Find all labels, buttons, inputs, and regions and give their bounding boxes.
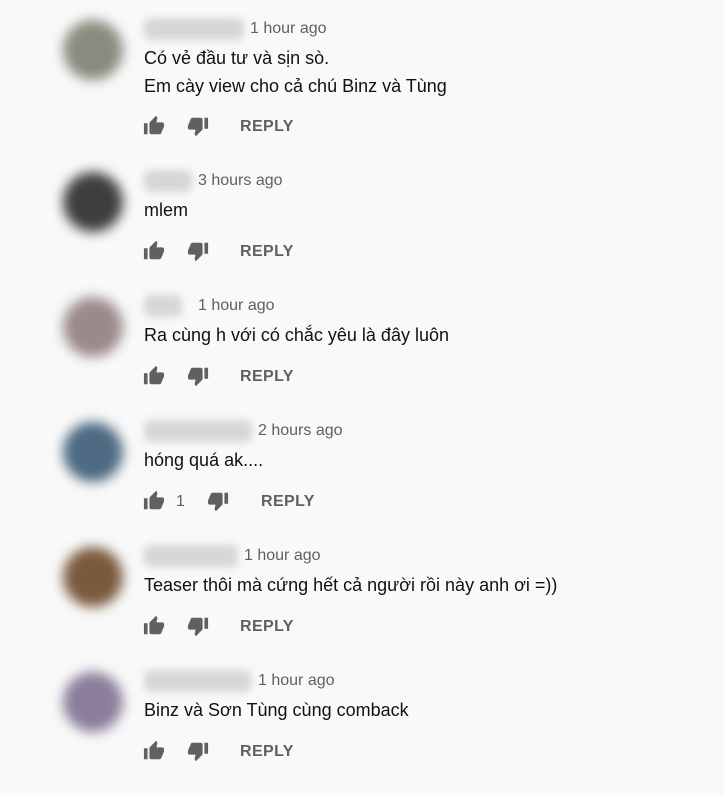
comment-text-line: Em cày view cho cả chú Binz và Tùng — [144, 76, 447, 96]
comment-text-line: Ra cùng h với có chắc yêu là đây luôn — [144, 325, 449, 345]
comment-timestamp[interactable]: 1 hour ago — [250, 18, 327, 40]
thumbs-down-icon[interactable] — [187, 240, 209, 262]
comment-text: Có vẻ đầu tư và sịn sò. Em cày view cho … — [144, 44, 447, 100]
author-name-blurred[interactable] — [144, 420, 252, 442]
comment-text-line: Binz và Sơn Tùng cùng comback — [144, 700, 409, 720]
thumbs-up-icon[interactable] — [143, 115, 165, 137]
comment-text-line: hóng quá ak.... — [144, 450, 264, 470]
thumbs-up-icon[interactable] — [143, 240, 165, 262]
comment-timestamp[interactable]: 1 hour ago — [198, 295, 275, 317]
avatar[interactable] — [63, 297, 123, 357]
thumbs-up-icon[interactable] — [143, 615, 165, 637]
author-name-blurred[interactable] — [144, 18, 244, 40]
thumbs-down-icon[interactable] — [187, 740, 209, 762]
author-name-blurred[interactable] — [144, 295, 182, 317]
thumbs-up-icon[interactable] — [143, 740, 165, 762]
avatar[interactable] — [63, 172, 123, 232]
thumbs-down-icon[interactable] — [187, 365, 209, 387]
comment-thread: 2 hours ago hóng quá ak.... 1 REPLY — [0, 420, 724, 545]
comment-thread: 1 hour ago Có vẻ đầu tư và sịn sò. Em cà… — [0, 18, 724, 143]
comment-thread: 1 hour ago Ra cùng h với có chắc yêu là … — [0, 295, 724, 420]
avatar[interactable] — [63, 20, 123, 80]
comment-text-line: mlem — [144, 200, 188, 220]
comment-thread: 1 hour ago Binz và Sơn Tùng cùng comback… — [0, 670, 724, 795]
author-name-blurred[interactable] — [144, 545, 238, 567]
avatar[interactable] — [63, 547, 123, 607]
comment-text-line: Teaser thôi mà cứng hết cả người rồi này… — [144, 575, 558, 595]
comment-text: Ra cùng h với có chắc yêu là đây luôn — [144, 321, 449, 349]
reply-button[interactable]: REPLY — [240, 616, 294, 638]
comment-text: mlem — [144, 196, 188, 224]
comment-thread: 3 hours ago mlem REPLY — [0, 170, 724, 295]
thumbs-down-icon[interactable] — [207, 490, 229, 512]
comment-timestamp[interactable]: 2 hours ago — [258, 420, 343, 442]
reply-button[interactable]: REPLY — [240, 241, 294, 263]
author-name-blurred[interactable] — [144, 670, 251, 692]
avatar[interactable] — [63, 672, 123, 732]
comment-timestamp[interactable]: 3 hours ago — [198, 170, 283, 192]
comment-text: Binz và Sơn Tùng cùng comback — [144, 696, 409, 724]
reply-button[interactable]: REPLY — [240, 741, 294, 763]
reply-button[interactable]: REPLY — [240, 366, 294, 388]
thumbs-up-icon[interactable] — [143, 365, 165, 387]
reply-button[interactable]: REPLY — [240, 116, 294, 138]
reply-button[interactable]: REPLY — [261, 491, 315, 513]
like-count: 1 — [176, 493, 185, 510]
comment-timestamp[interactable]: 1 hour ago — [258, 670, 335, 692]
comment-text: Teaser thôi mà cứng hết cả người rồi này… — [144, 571, 557, 599]
comment-text: hóng quá ak.... — [144, 446, 263, 474]
thumbs-down-icon[interactable] — [187, 615, 209, 637]
comment-timestamp[interactable]: 1 hour ago — [244, 545, 321, 567]
thumbs-down-icon[interactable] — [187, 115, 209, 137]
thumbs-up-icon[interactable] — [143, 490, 165, 512]
comment-text-line: Có vẻ đầu tư và sịn sò. — [144, 48, 330, 68]
comment-thread: 1 hour ago Teaser thôi mà cứng hết cả ng… — [0, 545, 724, 670]
author-name-blurred[interactable] — [144, 170, 192, 192]
avatar[interactable] — [63, 422, 123, 482]
